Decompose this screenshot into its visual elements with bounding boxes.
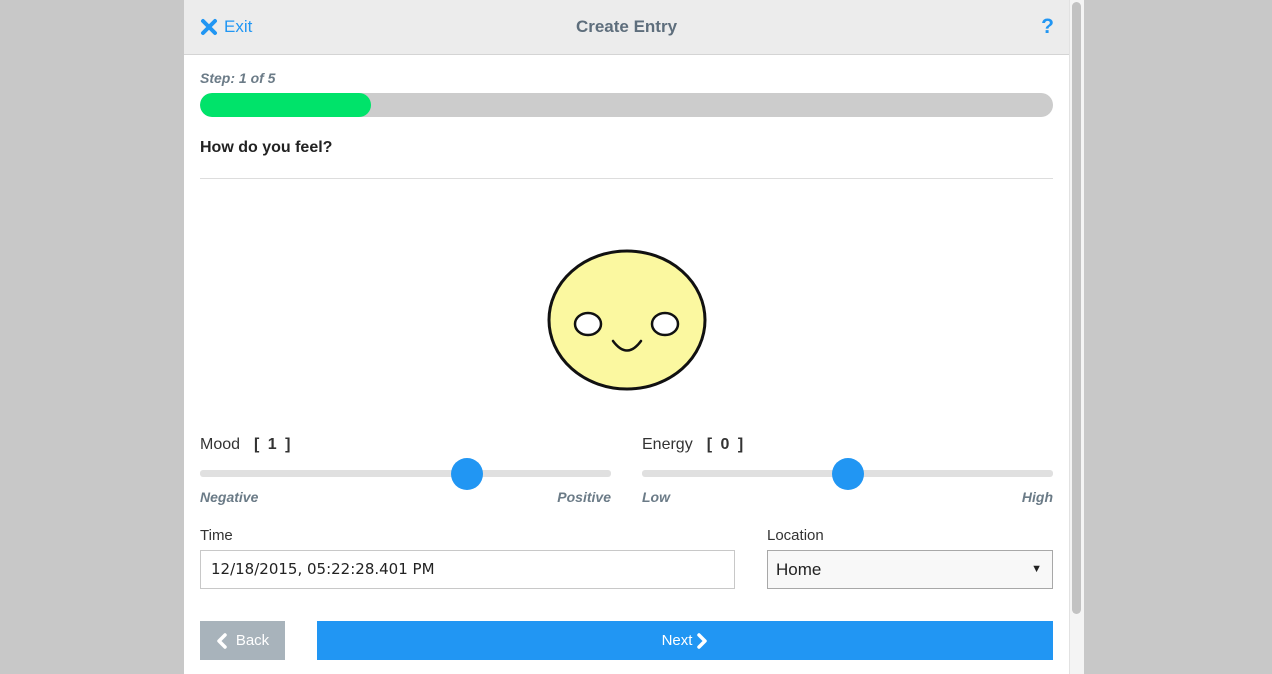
step-indicator: Step: 1 of 5 bbox=[200, 70, 276, 86]
chevron-down-icon: ▼ bbox=[1031, 563, 1042, 575]
divider bbox=[200, 178, 1053, 179]
energy-value: [ 0 ] bbox=[706, 436, 746, 453]
location-label: Location bbox=[767, 527, 824, 544]
mood-slider-track[interactable] bbox=[200, 470, 611, 477]
help-icon[interactable]: ? bbox=[1041, 15, 1054, 39]
back-label: Back bbox=[235, 632, 270, 649]
chevron-left-icon bbox=[217, 632, 227, 649]
next-button[interactable]: Next bbox=[317, 621, 1053, 660]
progress-bar bbox=[200, 93, 1053, 117]
chevron-right-icon bbox=[697, 632, 708, 649]
energy-slider-group: Energy [ 0 ] Low High bbox=[642, 436, 1053, 512]
location-selected-value: Home bbox=[776, 560, 822, 579]
time-label: Time bbox=[200, 527, 233, 544]
mood-value: [ 1 ] bbox=[254, 436, 293, 453]
mood-slider-group: Mood [ 1 ] Negative Positive bbox=[200, 436, 611, 512]
back-button[interactable]: Back bbox=[200, 621, 285, 660]
mood-min-label: Negative bbox=[200, 489, 259, 505]
mood-face-icon bbox=[547, 249, 707, 391]
scrollbar-thumb[interactable] bbox=[1072, 2, 1081, 614]
next-label: Next bbox=[661, 632, 693, 649]
entry-panel: Exit Create Entry ? Step: 1 of 5 How do … bbox=[184, 0, 1084, 674]
mood-slider-thumb[interactable] bbox=[451, 458, 484, 490]
header-bar: Exit Create Entry ? bbox=[184, 0, 1069, 55]
energy-label: Energy bbox=[642, 436, 693, 453]
mood-label: Mood bbox=[200, 436, 241, 453]
energy-min-label: Low bbox=[642, 489, 670, 505]
time-input[interactable]: 12/18/2015, 05:22:28.401 PM bbox=[200, 550, 735, 589]
mood-max-label: Positive bbox=[557, 489, 611, 505]
progress-fill bbox=[200, 93, 371, 117]
energy-max-label: High bbox=[1021, 489, 1053, 505]
location-select[interactable]: Home ▼ bbox=[767, 550, 1053, 589]
page-title: Create Entry bbox=[575, 17, 678, 36]
energy-slider-thumb[interactable] bbox=[831, 458, 864, 490]
question-heading: How do you feel? bbox=[200, 139, 333, 156]
